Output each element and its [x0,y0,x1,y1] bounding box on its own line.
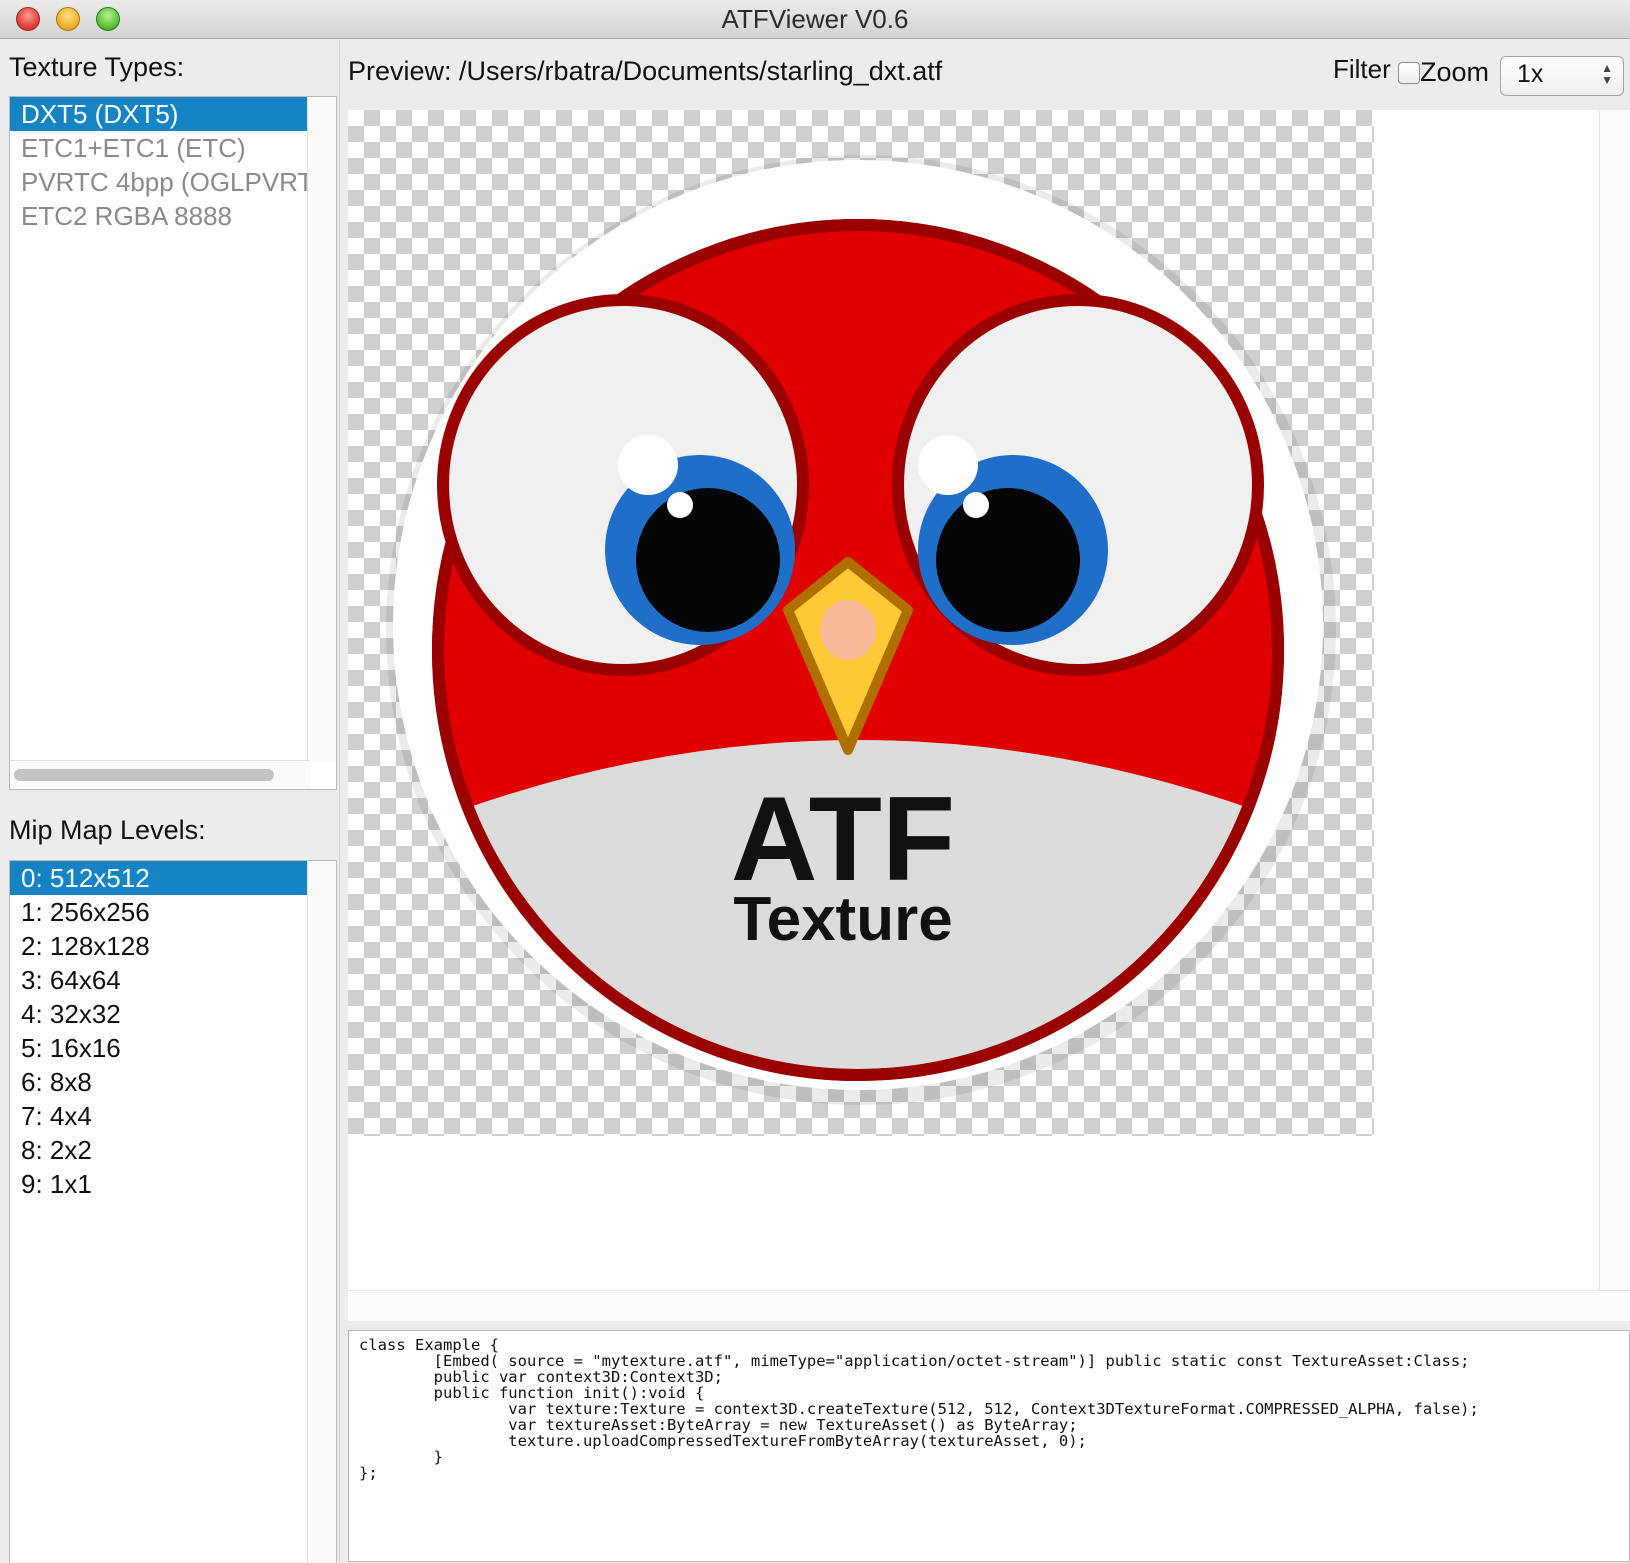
texture-type-item-2[interactable]: PVRTC 4bpp (OGLPVRTC4) [10,165,310,199]
mip-level-item-4[interactable]: 4: 32x32 [10,997,310,1031]
texture-list-vertical-scrollbar[interactable] [307,97,336,761]
zoom-level-value: 1x [1517,60,1544,88]
code-line: }; [359,1464,378,1482]
atf-bird-logo: ATF Texture [386,155,1336,1105]
mip-level-item-9[interactable]: 9: 1x1 [10,1167,310,1201]
texture-list-horizontal-scrollbar[interactable] [10,760,310,789]
image-text-texture: Texture [733,885,952,954]
preview-label: Preview: [348,56,452,86]
select-arrows-icon: ▲ ▼ [1601,61,1613,87]
code-sample-text: class Example { [Embed( source = "mytext… [359,1337,1479,1481]
mip-level-item-7[interactable]: 7: 4x4 [10,1099,310,1133]
texture-type-item-0[interactable]: DXT5 (DXT5) [10,97,310,131]
zoom-label: Zoom [1420,57,1490,87]
texture-types-list[interactable]: DXT5 (DXT5) ETC1+ETC1 (ETC) PVRTC 4bpp (OG… [9,96,337,790]
texture-list-scroll-thumb[interactable] [14,769,274,781]
mip-list-vertical-scrollbar[interactable] [307,861,336,1563]
preview-header: Preview: /Users/rbatra/Documents/starlin… [348,56,942,87]
texture-preview-image: ATF Texture [348,110,1374,1136]
mip-level-item-1[interactable]: 1: 256x256 [10,895,310,929]
texture-type-item-1[interactable]: ETC1+ETC1 (ETC) [10,131,310,165]
mip-level-item-5[interactable]: 5: 16x16 [10,1031,310,1065]
texture-type-item-3[interactable]: ETC2 RGBA 8888 [10,199,310,233]
mip-level-item-2[interactable]: 2: 128x128 [10,929,310,963]
window-title: ATFViewer V0.6 [721,4,909,34]
preview-horizontal-scrollbar[interactable] [348,1290,1630,1321]
panel-divider[interactable] [339,40,340,1562]
mip-level-item-6[interactable]: 6: 8x8 [10,1065,310,1099]
texture-types-items: DXT5 (DXT5) ETC1+ETC1 (ETC) PVRTC 4bpp (OG… [10,97,310,233]
filter-label: Filter [1333,54,1391,84]
texture-types-label: Texture Types: [9,52,185,82]
mip-level-item-3[interactable]: 3: 64x64 [10,963,310,997]
mip-map-levels-label: Mip Map Levels: [9,815,206,845]
preview-pane: ATF Texture [348,110,1630,1321]
mip-map-levels-items: 0: 512x512 1: 256x256 2: 128x128 3: 64x64 4:… [10,861,310,1201]
preview-file-path: /Users/rbatra/Documents/starling_dxt.atf [459,56,943,86]
zoom-level-select[interactable]: 1x ▲ ▼ [1500,56,1624,96]
title-bar: ATFViewer V0.6 [0,0,1630,39]
mip-map-levels-list[interactable]: 0: 512x512 1: 256x256 2: 128x128 3: 64x64 4:… [9,860,337,1563]
code-sample-area[interactable]: class Example { [Embed( source = "mytext… [348,1330,1630,1562]
mip-level-item-0[interactable]: 0: 512x512 [10,861,310,895]
mip-level-item-8[interactable]: 8: 2x2 [10,1133,310,1167]
preview-vertical-scrollbar[interactable] [1599,110,1630,1290]
code-line: texture.uploadCompressedTextureFromByteA… [359,1432,1087,1450]
zoom-checkbox[interactable] [1398,62,1420,84]
